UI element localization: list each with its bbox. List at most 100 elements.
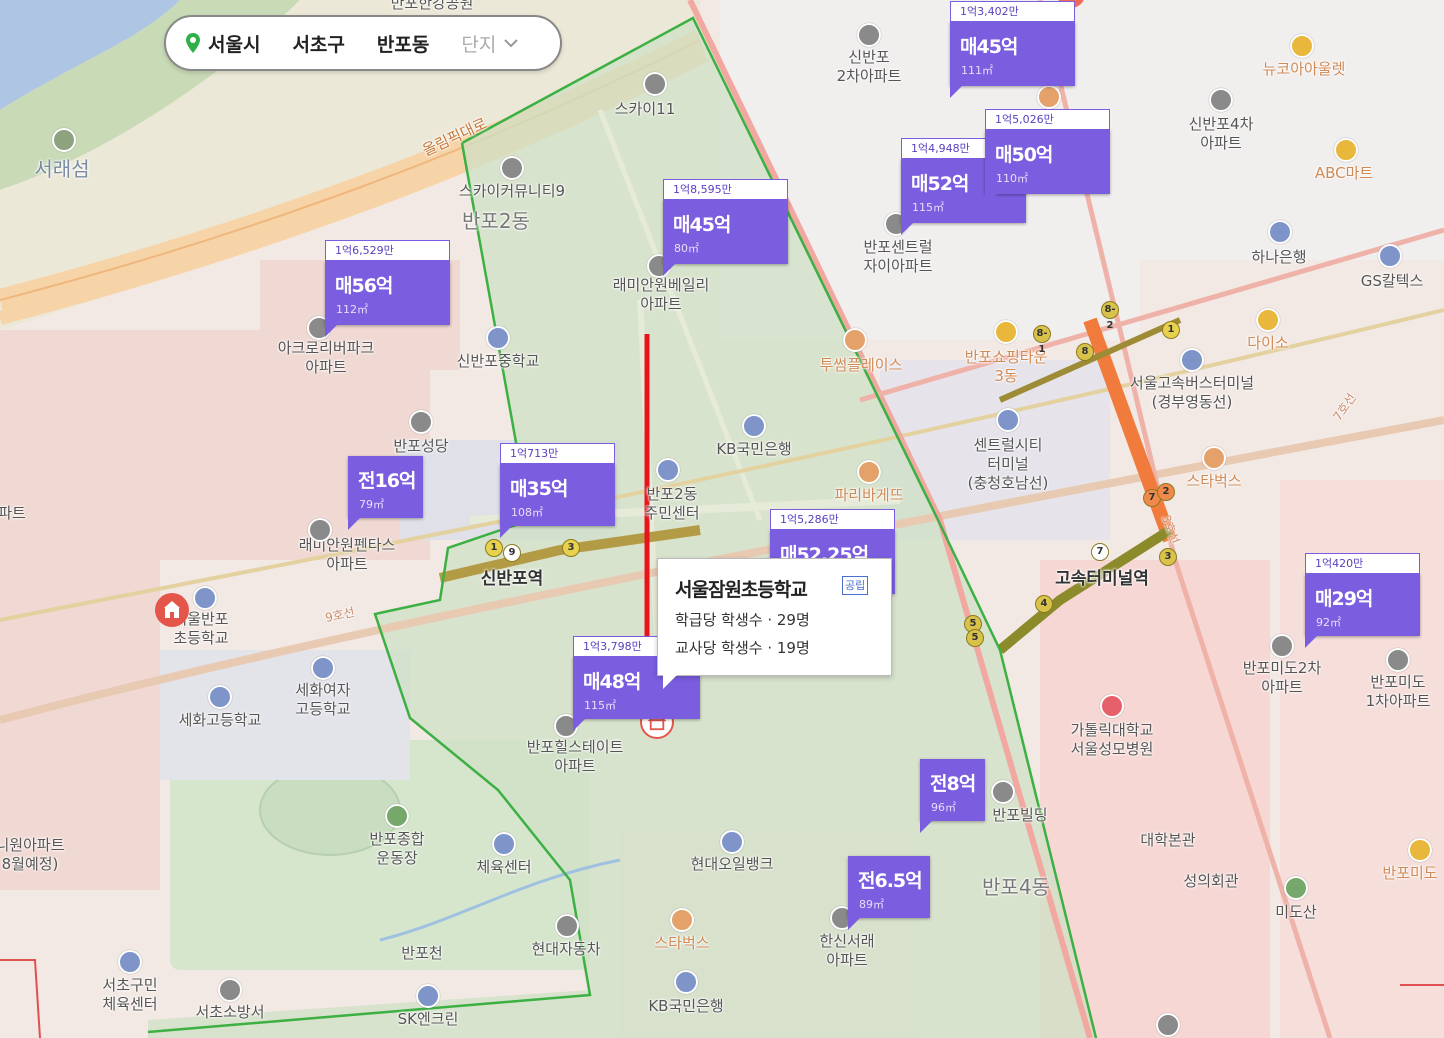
breadcrumb-dong[interactable]: 반포동 [377,30,429,57]
apartment-icon[interactable] [1209,88,1233,112]
school-icon[interactable] [193,586,217,610]
label-gosok-station: 고속터미널역 [1055,569,1149,589]
gas-station-icon[interactable] [720,830,744,854]
subway-line-1-icon: 1 [485,539,503,557]
building-icon[interactable] [991,780,1015,804]
school-icon[interactable] [208,685,232,709]
car-dealer-icon[interactable] [555,914,579,938]
area-label: 115㎡ [912,201,944,214]
bank-icon[interactable] [1268,220,1292,244]
label-newcore: 뉴코아아울렛 [1262,60,1346,78]
label-acro-riverpark: 아크로리버파크 아파트 [277,339,375,376]
label-banpomido-right: 반포미도 [1382,864,1438,882]
label-sky11: 스카이11 [614,100,676,118]
label-catholic-univ: 가톨릭대학교 서울성모병원 [1070,721,1154,758]
label-paris-baguette: 파리바게뜨 [834,486,904,504]
subway-line-3-icon: 3 [562,539,580,557]
subway-line-3-icon: 3 [1159,548,1177,566]
price-label: 전6.5억 [858,870,923,892]
bakery-icon[interactable] [857,460,881,484]
area-label: 110㎡ [996,172,1028,185]
marker-tail [950,86,962,98]
apartment-icon[interactable] [308,518,332,542]
shopping-icon[interactable] [1334,138,1358,162]
cafe-icon[interactable] [1037,85,1061,109]
price-marker[interactable]: 1억420만 매29억 92㎡ [1305,553,1420,648]
school-icon[interactable] [486,326,510,350]
bus-terminal-icon[interactable] [996,408,1020,432]
gas-station-icon[interactable] [416,984,440,1008]
shopping-icon[interactable] [1256,308,1280,332]
price-marker[interactable]: 1억3,402만 매45억 111㎡ [950,1,1075,98]
subway-line-8-icon: 8-1 [1033,325,1051,355]
price-label: 매50억 [995,144,1053,166]
fire-station-icon[interactable] [218,978,242,1002]
jeonse-marker[interactable]: 전6.5억 89㎡ [848,856,930,930]
apartment-icon[interactable] [643,72,667,96]
church-icon[interactable] [409,410,433,434]
mountain-icon[interactable] [1284,876,1308,900]
apartment-icon[interactable] [857,23,881,47]
stadium-icon[interactable] [385,804,409,828]
price-per-pyeong: 1억713만 [500,443,615,464]
label-daiso: 다이소 [1247,334,1289,352]
hospital-icon[interactable] [1100,694,1124,718]
price-label: 전16억 [358,470,416,492]
label-raemian-pentas: 래미안원펜타스 아파트 [298,536,396,573]
school-icon[interactable] [311,656,335,680]
marker-tail [901,223,913,235]
breadcrumb-district[interactable]: 서초구 [292,30,344,57]
cafe-icon[interactable] [843,328,867,352]
shopping-icon[interactable] [994,320,1018,344]
price-label: 매29억 [1315,588,1373,610]
shopping-icon[interactable] [1408,838,1432,862]
area-label: 79㎡ [359,498,384,511]
price-label: 매45억 [960,36,1018,58]
price-marker[interactable]: 1억713만 매35억 108㎡ [500,443,615,538]
label-sky-community: 스카이커뮤니티9 [458,182,566,200]
label-hana-bank: 하나은행 [1251,248,1307,266]
gym-icon[interactable] [118,950,142,974]
area-label: 112㎡ [336,303,368,316]
marker-tail [663,264,675,276]
mountain-icon[interactable] [52,128,76,152]
jeonse-marker[interactable]: 전8억 96㎡ [920,759,985,833]
area-label: 115㎡ [584,699,616,712]
label-banpo-building: 반포빌딩 [992,806,1048,824]
apartment-icon[interactable] [1270,634,1294,658]
school-marker-icon[interactable] [155,593,189,627]
bank-icon[interactable] [742,414,766,438]
complex-dropdown[interactable]: 단지 [461,30,496,57]
school-name: 서울잠원초등학교 [675,579,808,601]
marker-tail [920,821,932,833]
subway-line-5-icon: 5 [966,629,984,647]
cafe-icon[interactable] [670,908,694,932]
gas-station-icon[interactable] [1378,244,1402,268]
bus-terminal-icon[interactable] [1180,348,1204,372]
breadcrumb-city[interactable]: 서울시 [208,30,260,57]
shopping-icon[interactable] [1290,34,1314,58]
subway-line-9-icon: 9 [503,544,521,562]
jeonse-marker[interactable]: 전16억 79㎡ [348,456,423,530]
price-marker[interactable]: 1억6,529만 매56억 112㎡ [325,240,450,337]
government-icon[interactable] [656,458,680,482]
label-community-center: 반포2동 주민센터 [644,485,700,522]
bank-icon[interactable] [674,970,698,994]
apartment-icon[interactable] [500,156,524,180]
price-marker[interactable]: 1억5,026만 매50억 110㎡ [985,109,1110,206]
location-selector[interactable]: 서울시 서초구 반포동 단지 [164,15,562,71]
marker-tail [325,325,337,337]
area-label: 111㎡ [961,64,993,77]
landmark-icon[interactable] [1156,1013,1180,1037]
price-per-pyeong: 1억6,529만 [325,240,450,261]
gym-icon[interactable] [492,832,516,856]
label-apt-left: 파트 [0,504,26,522]
price-marker[interactable]: 1억8,595만 매45억 80㎡ [663,179,788,276]
label-kb-bank-1: KB국민은행 [716,440,792,458]
apartment-icon[interactable] [1386,648,1410,672]
cafe-icon[interactable] [1202,446,1226,470]
chevron-down-icon[interactable] [502,34,520,52]
label-raemian-onebailey: 래미안원베일리 아파트 [612,276,710,313]
school-info-popup[interactable]: 서울잠원초등학교 공립 학급당 학생수 · 29명 교사당 학생수 · 19명 [657,558,892,689]
price-per-pyeong: 1억8,595만 [663,179,788,200]
